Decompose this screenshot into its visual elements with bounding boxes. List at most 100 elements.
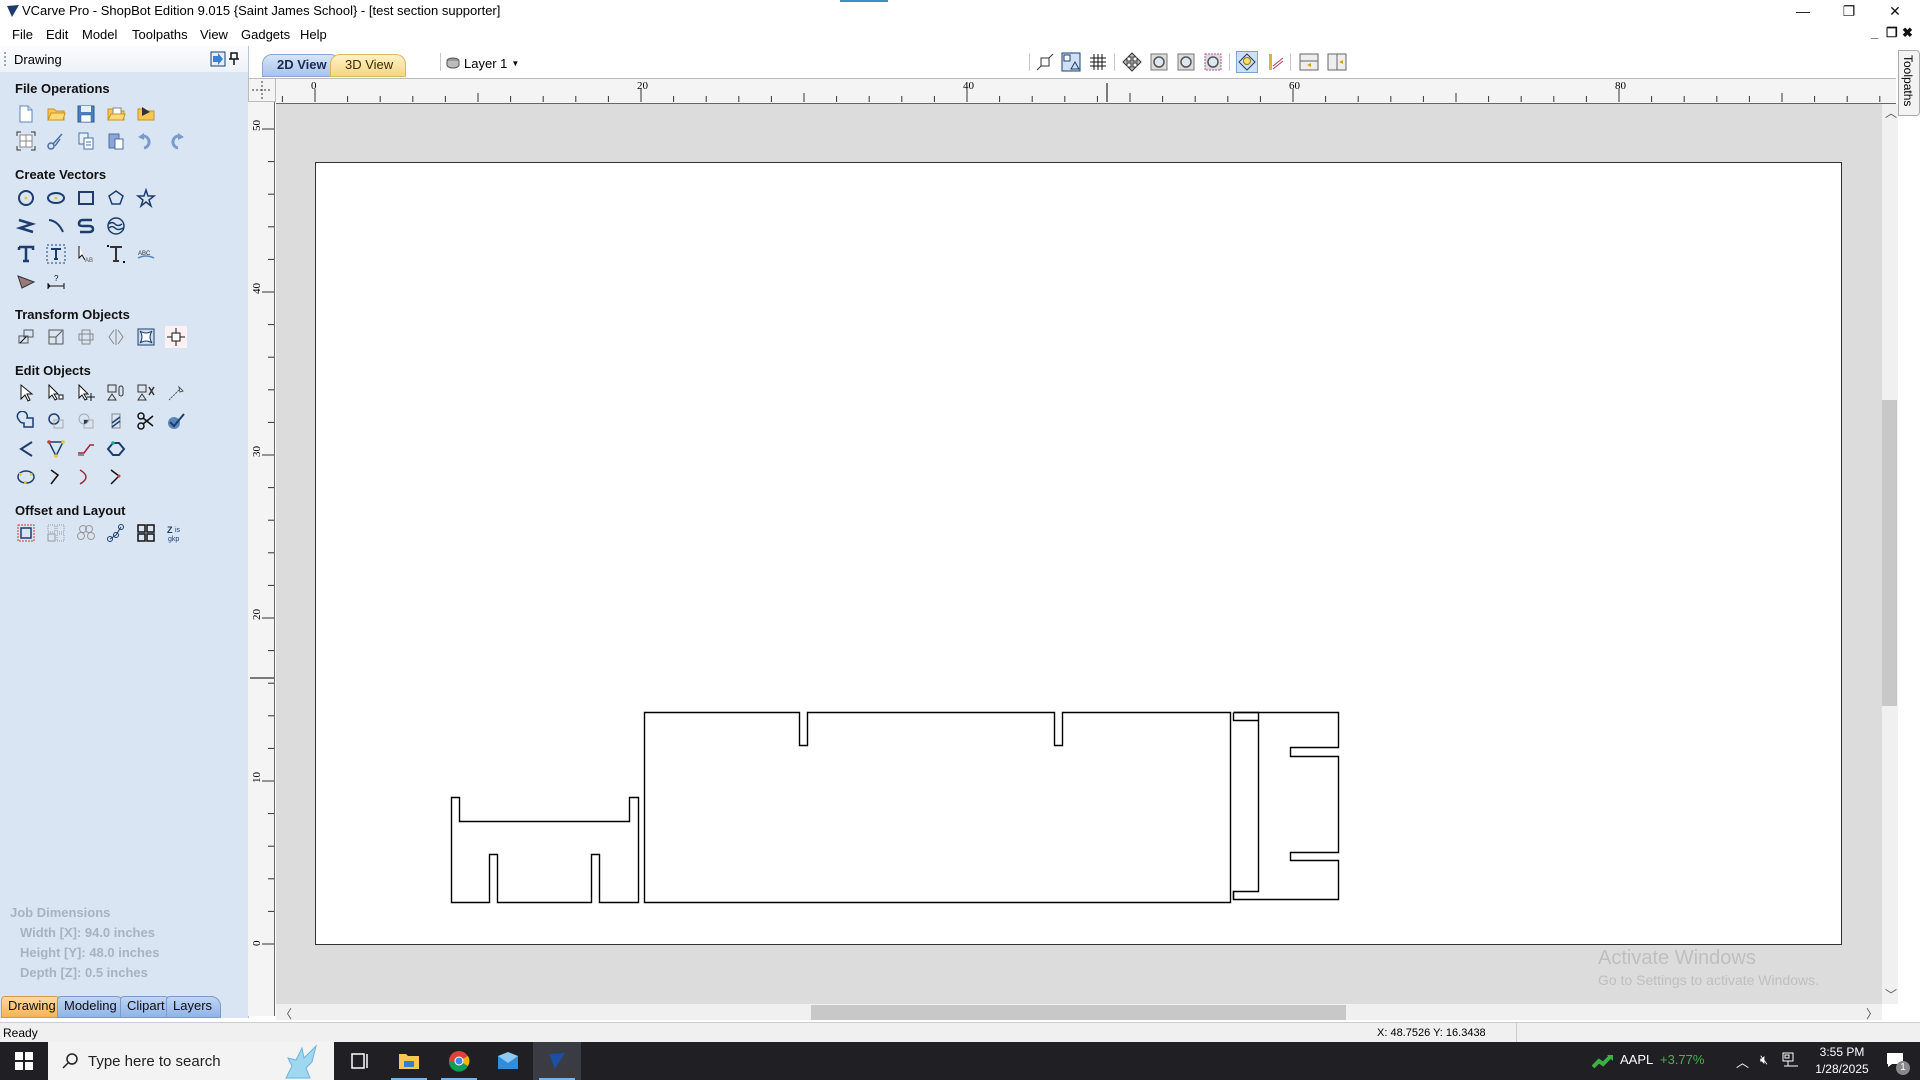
doc-close-button[interactable]: ✖	[1902, 25, 1913, 41]
scroll-right-icon[interactable]: 〉	[1866, 1005, 1878, 1022]
pin-icon[interactable]	[229, 52, 239, 66]
render-toggle-button[interactable]	[1236, 51, 1258, 73]
node-edit-button[interactable]	[45, 382, 67, 404]
curve-chamfer-button[interactable]	[75, 466, 97, 488]
ungroup-button[interactable]	[135, 382, 157, 404]
notification-center-button[interactable]: 1	[1876, 1046, 1916, 1078]
tab-layers[interactable]: Layers	[166, 996, 222, 1018]
menu-gadgets[interactable]: Gadgets	[241, 27, 290, 42]
draw-ellipse-button[interactable]	[45, 187, 67, 209]
draw-polygon-button[interactable]	[105, 187, 127, 209]
mirror-button[interactable]	[105, 326, 127, 348]
draw-curve-button[interactable]	[45, 215, 67, 237]
material-sheet[interactable]	[315, 162, 1842, 945]
adjust-spacing-button[interactable]	[105, 243, 127, 265]
nesting-button[interactable]	[135, 522, 157, 544]
menu-edit[interactable]: Edit	[46, 27, 68, 42]
import-component-button[interactable]	[135, 103, 157, 125]
clock-date[interactable]: 1/28/2025	[1810, 1062, 1874, 1076]
network-icon[interactable]	[1782, 1052, 1800, 1068]
draw-rectangle-button[interactable]	[75, 187, 97, 209]
draw-circle-button[interactable]	[15, 187, 37, 209]
restore-button[interactable]: ❐	[1826, 0, 1872, 22]
volume-muted-icon[interactable]: 🔇︎	[1760, 1052, 1768, 1068]
split-vertical-button[interactable]	[1326, 51, 1348, 73]
tab-3d-view[interactable]: 3D View	[330, 54, 407, 77]
menu-help[interactable]: Help	[300, 27, 327, 42]
curve-fillet-button[interactable]	[45, 466, 67, 488]
start-button[interactable]	[0, 1042, 48, 1080]
task-view-button[interactable]	[336, 1042, 384, 1080]
circular-array-button[interactable]	[75, 522, 97, 544]
tab-modeling[interactable]: Modeling	[57, 996, 126, 1018]
interactive-transform-button[interactable]	[75, 382, 97, 404]
fit-curve-button[interactable]	[15, 466, 37, 488]
redo-button[interactable]	[165, 130, 187, 152]
layer-selector[interactable]: Layer 1 ▼	[446, 53, 519, 73]
close-button[interactable]: ✕	[1872, 0, 1918, 22]
import-vectors-button[interactable]	[105, 103, 127, 125]
set-size-button[interactable]	[165, 326, 187, 348]
measure-button[interactable]	[165, 382, 187, 404]
file-explorer-button[interactable]	[385, 1042, 433, 1080]
subtract-button[interactable]	[45, 410, 67, 432]
pan-button[interactable]	[1121, 51, 1143, 73]
draw-wave-button[interactable]	[105, 215, 127, 237]
auto-layout-text-button[interactable]	[45, 243, 67, 265]
menu-view[interactable]: View	[200, 27, 228, 42]
text-arc-button[interactable]: ABC	[135, 243, 157, 265]
toolpaths-dock-tab[interactable]: Toolpaths	[1898, 50, 1920, 116]
chrome-button[interactable]	[435, 1042, 483, 1080]
auto-hide-icon[interactable]	[210, 51, 226, 67]
move-button[interactable]	[15, 326, 37, 348]
distort-button[interactable]	[135, 326, 157, 348]
array-copy-button[interactable]	[45, 522, 67, 544]
stock-ticker[interactable]: AAPL	[1620, 1052, 1653, 1067]
align-button[interactable]	[75, 326, 97, 348]
split-horizontal-button[interactable]	[1298, 51, 1320, 73]
copy-button[interactable]	[75, 130, 97, 152]
zoom-in-button[interactable]	[1148, 51, 1170, 73]
grid-button[interactable]	[1087, 51, 1109, 73]
open-file-button[interactable]	[45, 103, 67, 125]
scale-button[interactable]	[45, 326, 67, 348]
zoom-box-button[interactable]	[1202, 51, 1224, 73]
draw-arc-button[interactable]	[75, 215, 97, 237]
menu-model[interactable]: Model	[82, 27, 117, 42]
scroll-down-icon[interactable]: ﹀	[1885, 986, 1897, 1003]
doc-restore-button[interactable]: ❐	[1886, 25, 1898, 41]
vertical-scroll-thumb[interactable]	[1882, 400, 1897, 706]
undo-button[interactable]	[135, 130, 157, 152]
paste-button[interactable]	[105, 130, 127, 152]
offset-button[interactable]	[15, 522, 37, 544]
taskbar-search[interactable]: Type here to search	[48, 1042, 334, 1080]
doc-minimize-button[interactable]: _	[1871, 25, 1878, 40]
menu-toolpaths[interactable]: Toolpaths	[132, 27, 188, 42]
tab-2d-view[interactable]: 2D View	[262, 54, 340, 77]
minimize-button[interactable]: —	[1780, 0, 1826, 22]
zoom-fit-button[interactable]	[1175, 51, 1197, 73]
show-hidden-icons[interactable]: ︿	[1736, 1052, 1749, 1071]
toolpath-preview-button[interactable]	[1264, 51, 1286, 73]
toggle-sheet-button[interactable]	[1060, 51, 1082, 73]
measure-angle-button[interactable]	[15, 271, 37, 293]
mail-button[interactable]	[484, 1042, 532, 1080]
copy-along-vectors-button[interactable]	[105, 522, 127, 544]
vcarve-taskbar-button[interactable]	[533, 1042, 581, 1080]
new-file-button[interactable]	[15, 103, 37, 125]
weld-button[interactable]	[15, 410, 37, 432]
text-on-curve-button[interactable]: AB	[75, 243, 97, 265]
extend-button[interactable]	[105, 466, 127, 488]
smooth-curves-button[interactable]	[15, 438, 37, 460]
line-curve-button[interactable]	[75, 438, 97, 460]
ruler-origin[interactable]	[248, 78, 276, 102]
tab-drawing[interactable]: Drawing	[1, 996, 65, 1018]
save-file-button[interactable]	[75, 103, 97, 125]
dimension-button[interactable]: ?	[45, 271, 67, 293]
group-button[interactable]	[105, 382, 127, 404]
horizontal-scroll-thumb[interactable]	[811, 1005, 1346, 1020]
auto-layout-button[interactable]: Zis gkp	[165, 522, 187, 544]
join-curves-button[interactable]	[165, 410, 187, 432]
job-setup-button[interactable]	[15, 130, 37, 152]
clock-time[interactable]: 3:55 PM	[1812, 1045, 1872, 1059]
